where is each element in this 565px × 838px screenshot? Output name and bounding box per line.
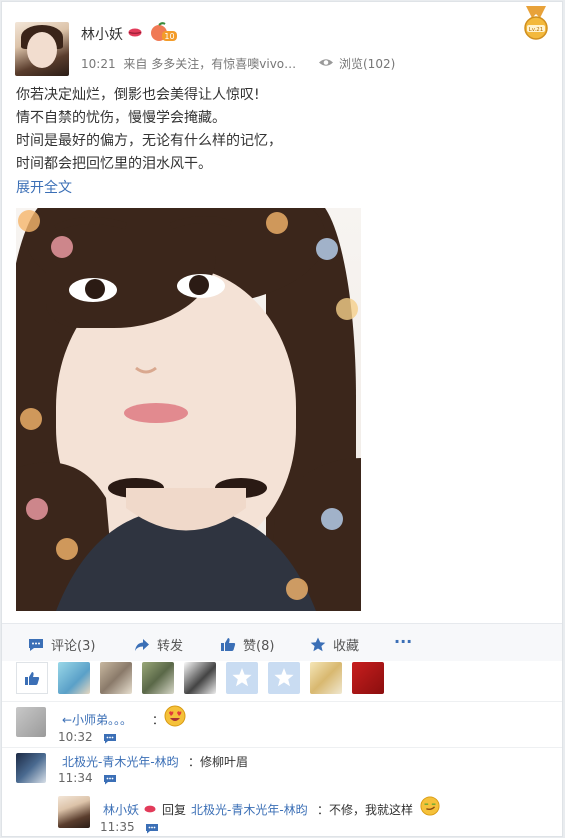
reply-icon[interactable]: [145, 823, 159, 834]
thumbs-up-icon: [221, 638, 236, 651]
comment-icon: [29, 638, 43, 651]
liker-avatar-default[interactable]: [268, 662, 300, 694]
like-button[interactable]: 赞(8): [220, 635, 274, 654]
svg-text:10: 10: [164, 32, 174, 41]
post-line: 时间是最好的偏方，无论有什么样的记忆，: [16, 133, 282, 149]
comment-text: ：修柳叶眉: [188, 755, 249, 769]
post-line: 情不自禁的忧伤，慢慢学会掩藏。: [16, 110, 226, 126]
liker-avatar[interactable]: [58, 662, 90, 694]
post-line: 时间都会把回忆里的泪水风干。: [16, 156, 212, 172]
comment-author[interactable]: ←小师弟。。。: [62, 711, 132, 728]
liker-avatar[interactable]: [352, 662, 384, 694]
liker-avatar[interactable]: [100, 662, 132, 694]
view-count: 浏览(102): [339, 57, 396, 71]
liker-avatar[interactable]: [184, 662, 216, 694]
comment-time: 10:32: [58, 730, 93, 744]
heart-eyes-emoji: [164, 705, 186, 727]
reply-label: 回复: [162, 803, 187, 817]
action-bar: 评论(3) 转发 赞(8) 收藏 ···: [2, 623, 562, 661]
reply-author[interactable]: 林小妖: [103, 801, 139, 818]
author-avatar[interactable]: [15, 22, 69, 76]
source-label: 来自: [123, 57, 148, 71]
forward-icon: [135, 638, 149, 651]
comment-avatar[interactable]: [16, 707, 46, 737]
comment-author[interactable]: 北极光-青木光年-林昀: [62, 753, 179, 770]
peach-badge-icon: 10: [151, 22, 177, 41]
lips-icon: [144, 805, 156, 813]
liker-avatar-default[interactable]: [226, 662, 258, 694]
comment-avatar[interactable]: [16, 753, 46, 783]
reply-target[interactable]: 北极光-青木光年-林昀: [191, 801, 308, 818]
post-photo[interactable]: [16, 208, 361, 611]
smirk-emoji: [420, 796, 440, 816]
reply-text: ：不修，我就这样: [317, 803, 414, 817]
comment-time: 11:34: [58, 771, 93, 785]
liker-avatar[interactable]: [142, 662, 174, 694]
source-text[interactable]: 多多关注，有惊喜噢vivo…: [151, 57, 296, 71]
post-line: 你若决定灿烂，倒影也会美得让人惊叹!: [16, 87, 260, 103]
post-time: 10:21: [81, 57, 116, 71]
star-icon: [310, 637, 326, 652]
post-body: 你若决定灿烂，倒影也会美得让人惊叹! 情不自禁的忧伤，慢慢学会掩藏。 时间是最好…: [16, 84, 282, 176]
expand-full-text-link[interactable]: 展开全文: [16, 177, 72, 197]
default-avatar-icon: [274, 668, 294, 687]
post-meta: 10:21 来自 多多关注，有惊喜噢vivo…: [81, 55, 296, 72]
feed-card: 林小妖 10 10:21 来自 多多关注，有惊喜噢vivo… 浏览(102) L…: [1, 1, 563, 837]
liker-avatar[interactable]: [310, 662, 342, 694]
forward-button[interactable]: 转发: [134, 635, 183, 654]
reply-icon[interactable]: [103, 733, 117, 744]
reply-icon[interactable]: [103, 774, 117, 785]
lips-icon: [128, 28, 142, 37]
comment-text: ：: [152, 713, 165, 727]
comment-button[interactable]: 评论(3): [28, 635, 95, 654]
more-button[interactable]: ···: [394, 632, 412, 651]
default-avatar-icon: [232, 668, 252, 687]
reply-time: 11:35: [100, 820, 135, 834]
level-medal-icon: Lv.21: [524, 6, 548, 40]
reply-avatar[interactable]: [58, 796, 90, 828]
author-name[interactable]: 林小妖: [81, 24, 123, 44]
svg-text:Lv.21: Lv.21: [529, 27, 544, 33]
thumbs-up-icon: [25, 671, 40, 685]
eye-icon: [319, 59, 333, 66]
favorite-button[interactable]: 收藏: [310, 635, 359, 654]
liker-like-button[interactable]: [16, 662, 48, 694]
